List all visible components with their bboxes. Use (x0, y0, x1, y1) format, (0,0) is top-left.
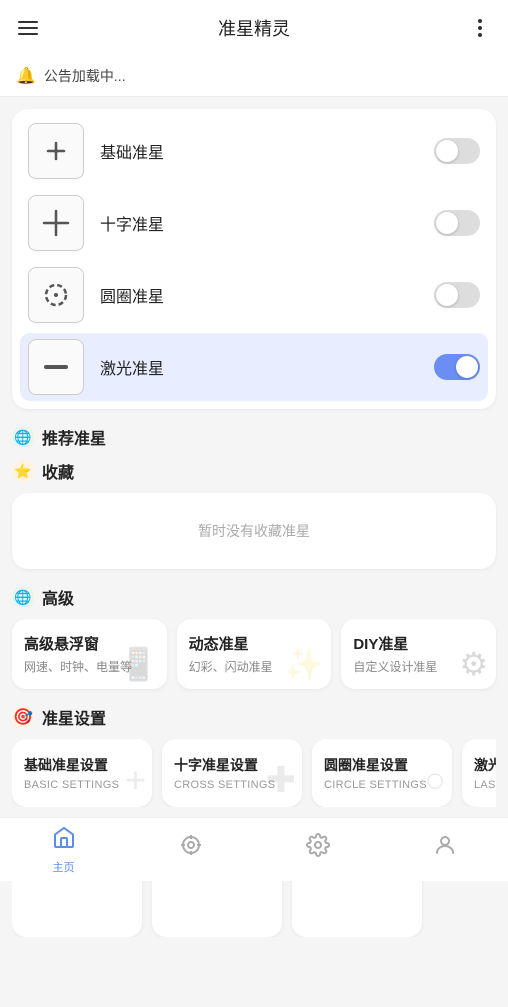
crosshair-label-cross: 十字准星 (100, 211, 434, 235)
crosshair-preview-circle (28, 267, 84, 323)
settings-card-basic-title: 基础准星设置 (24, 755, 140, 775)
nav-item-home[interactable]: 主页 (0, 825, 127, 875)
settings-card-basic-bg: + (125, 759, 146, 801)
profile-nav-icon (433, 833, 457, 863)
crosshair-label-laser: 激光准星 (100, 355, 434, 379)
settings-nav-icon (306, 833, 330, 863)
advanced-card-diy[interactable]: DIY准星 自定义设计准星 ⚙ (341, 619, 496, 689)
nav-item-profile[interactable] (381, 833, 508, 867)
crosshair-label-circle: 圆圈准星 (100, 283, 434, 307)
home-icon (52, 825, 76, 855)
crosshair-preview-laser (28, 339, 84, 395)
advanced-card-dynamic[interactable]: 动态准星 幻彩、闪动准星 ✨ (177, 619, 332, 689)
advanced-grid: 高级悬浮窗 网速、时钟、电量等 📱 动态准星 幻彩、闪动准星 ✨ DIY准星 自… (12, 619, 496, 689)
topbar: 准星精灵 (0, 0, 508, 56)
crosshair-selector-card: 基础准星 十字准星 圆圈准星 (12, 109, 496, 409)
bottom-nav: 主页 (0, 817, 508, 881)
favorites-icon: ⭐ (12, 460, 34, 482)
announcement-bar: 🔔 公告加载中... (0, 56, 508, 97)
settings-card-laser-title: 激光准星设置 (474, 755, 496, 775)
crosshair-preview-basic (28, 123, 84, 179)
settings-card-basic-sub: BASIC SETTINGS (24, 779, 140, 791)
nav-item-settings[interactable] (254, 833, 381, 867)
settings-card-circle-bg: ○ (424, 759, 446, 801)
advanced-icon: 🌐 (12, 586, 34, 608)
settings-card-laser[interactable]: 激光准星设置 LASER SETTINGS — (462, 739, 496, 807)
settings-card-circle-title: 圆圈准星设置 (324, 755, 440, 775)
app-title: 准星精灵 (218, 15, 290, 41)
crosshair-toggle-basic[interactable] (434, 138, 480, 164)
advanced-card-floating-bg: 📱 (119, 645, 159, 683)
announcement-text: 公告加载中... (44, 66, 126, 86)
crosshair-item-circle[interactable]: 圆圈准星 (20, 261, 488, 329)
settings-card-cross[interactable]: 十字准星设置 CROSS SETTINGS ✚ (162, 739, 302, 807)
settings-card-circle-sub: CIRCLE SETTINGS (324, 779, 440, 791)
recommended-icon: 🌐 (12, 426, 34, 448)
settings-grid: 基础准星设置 BASIC SETTINGS + 十字准星设置 CROSS SET… (12, 739, 496, 807)
advanced-card-diy-bg: ⚙ (459, 645, 488, 683)
crosshair-toggle-circle[interactable] (434, 282, 480, 308)
crosshair-preview-cross (28, 195, 84, 251)
settings-card-cross-bg: ✚ (266, 759, 296, 801)
nav-label-home: 主页 (53, 859, 75, 875)
recommended-title: 推荐准星 (42, 425, 106, 449)
nav-item-crosshair[interactable] (127, 833, 254, 867)
advanced-card-floating[interactable]: 高级悬浮窗 网速、时钟、电量等 📱 (12, 619, 167, 689)
favorites-header: ⭐ 收藏 (12, 459, 496, 483)
crosshair-item-basic[interactable]: 基础准星 (20, 117, 488, 185)
settings-icon: 🎯 (12, 706, 34, 728)
crosshair-toggle-laser[interactable] (434, 354, 480, 380)
settings-title: 准星设置 (42, 705, 106, 729)
favorites-title: 收藏 (42, 459, 74, 483)
favorites-empty-text: 暂时没有收藏准星 (198, 523, 310, 539)
settings-card-basic[interactable]: 基础准星设置 BASIC SETTINGS + (12, 739, 152, 807)
advanced-header: 🌐 高级 (12, 585, 496, 609)
settings-card-laser-sub: LASER SETTINGS (474, 779, 496, 791)
settings-card-circle[interactable]: 圆圈准星设置 CIRCLE SETTINGS ○ (312, 739, 452, 807)
crosshair-label-basic: 基础准星 (100, 139, 434, 163)
crosshair-item-cross[interactable]: 十字准星 (20, 189, 488, 257)
menu-icon[interactable] (12, 12, 44, 44)
settings-header: 🎯 准星设置 (12, 705, 496, 729)
advanced-card-dynamic-bg: ✨ (284, 645, 324, 683)
recommended-header: 🌐 推荐准星 (12, 425, 496, 449)
favorites-empty-card: 暂时没有收藏准星 (12, 493, 496, 569)
crosshair-nav-icon (179, 833, 203, 863)
announcement-icon: 🔔 (16, 66, 36, 86)
crosshair-toggle-cross[interactable] (434, 210, 480, 236)
more-icon[interactable] (464, 12, 496, 44)
advanced-title: 高级 (42, 585, 74, 609)
crosshair-item-laser[interactable]: 激光准星 (20, 333, 488, 401)
